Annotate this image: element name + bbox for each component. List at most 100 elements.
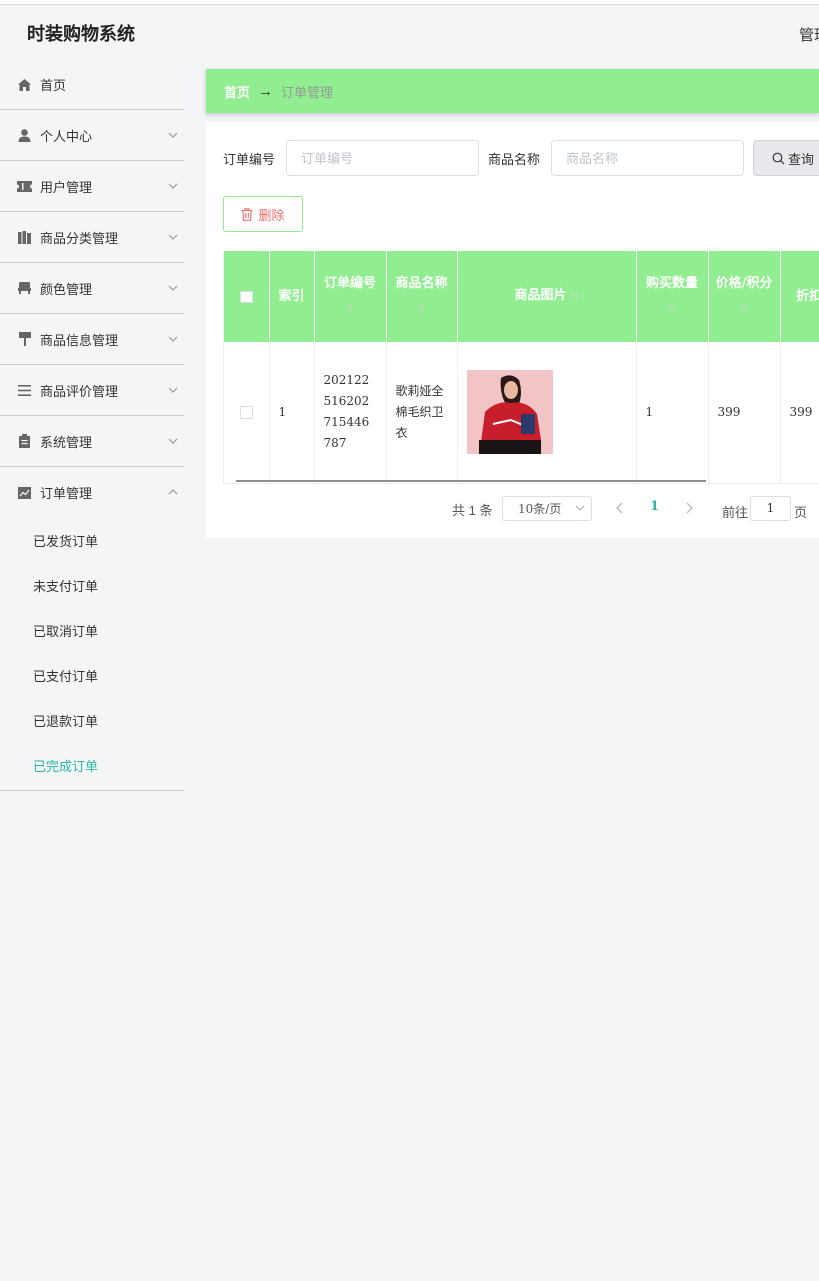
- sofa-icon: [17, 281, 32, 296]
- paint-roller-icon: [17, 332, 32, 347]
- sidebar-subitem-unpaid-orders[interactable]: 未支付订单: [0, 563, 184, 608]
- page-size-value: 10条/页: [518, 502, 562, 516]
- breadcrumb: 首页 → 订单管理: [206, 69, 819, 113]
- delete-button[interactable]: 删除: [223, 196, 303, 232]
- home-icon: [17, 77, 32, 92]
- sidebar-item-system-management[interactable]: 系统管理: [0, 416, 184, 467]
- sidebar-item-label: 颜色管理: [40, 281, 93, 297]
- delete-button-label: 删除: [258, 207, 285, 223]
- column-header-discount-price[interactable]: 折扣价格: [780, 251, 819, 342]
- query-button[interactable]: 查询: [753, 140, 819, 176]
- column-header-product-image[interactable]: 商品图片 ⇅: [457, 251, 637, 342]
- ticket-icon: [17, 179, 32, 194]
- header-user-menu[interactable]: 管理: [799, 24, 819, 45]
- sidebar-item-label: 个人中心: [40, 128, 93, 144]
- breadcrumb-home[interactable]: 首页: [224, 82, 250, 101]
- app-title: 时装购物系统: [27, 24, 135, 45]
- sidebar-item-label: 商品分类管理: [40, 230, 119, 246]
- chevron-down-icon: [168, 132, 178, 138]
- sort-icon[interactable]: ⇅: [668, 304, 676, 314]
- content-panel: 订单编号 商品名称 查询 删除 索引 订单编号 ⇅ 商品名称 ⇅ 商品图片 ⇅ …: [206, 122, 819, 538]
- table-row[interactable]: 1 202122516202715446787 歌莉娅全棉毛织卫衣 1 399 …: [224, 342, 819, 484]
- column-header-price[interactable]: 价格/积分 ⇅: [708, 251, 781, 342]
- order-submenu: 已发货订单 未支付订单 已取消订单 已支付订单 已退款订单 已完成订单: [0, 518, 184, 791]
- pagination-total: 共 1 条: [452, 503, 493, 518]
- cell-discount-price: 399: [780, 342, 819, 484]
- sidebar-item-order-management[interactable]: 订单管理: [0, 467, 184, 518]
- select-all-header[interactable]: [224, 251, 270, 342]
- cell-quantity: 1: [636, 342, 709, 484]
- sidebar-subitem-cancelled-orders[interactable]: 已取消订单: [0, 608, 184, 653]
- table-header-row: 索引 订单编号 ⇅ 商品名称 ⇅ 商品图片 ⇅ 购买数量 ⇅ 价格/积分 ⇅ 折…: [224, 251, 819, 342]
- breadcrumb-separator: →: [258, 82, 274, 100]
- sidebar-item-color-management[interactable]: 颜色管理: [0, 263, 184, 314]
- sort-icon[interactable]: ⇅: [571, 292, 579, 302]
- sidebar-subitem-shipped-orders[interactable]: 已发货订单: [0, 518, 184, 563]
- user-icon: [17, 128, 32, 143]
- sort-icon[interactable]: ⇅: [418, 304, 426, 314]
- chevron-down-icon: [575, 505, 585, 511]
- goto-page-suffix: 页: [794, 505, 808, 520]
- sort-icon[interactable]: ⇅: [740, 304, 748, 314]
- cell-order-no: 202122516202715446787: [314, 342, 387, 484]
- sidebar-item-label: 首页: [40, 78, 67, 93]
- cell-price: 399: [708, 342, 781, 484]
- prev-page-icon[interactable]: [614, 502, 626, 514]
- cell-product-name: 歌莉娅全棉毛织卫衣: [386, 342, 458, 484]
- next-page-icon[interactable]: [683, 502, 695, 514]
- sidebar-subitem-paid-orders[interactable]: 已支付订单: [0, 653, 184, 698]
- column-header-index: 索引: [269, 251, 315, 342]
- sidebar-subitem-completed-orders[interactable]: 已完成订单: [0, 743, 184, 788]
- trash-icon: [241, 207, 253, 221]
- product-name-label: 商品名称: [488, 152, 541, 167]
- search-icon: [772, 152, 785, 164]
- row-select-cell[interactable]: [224, 342, 270, 484]
- order-no-label: 订单编号: [223, 152, 276, 167]
- product-thumbnail[interactable]: [466, 370, 553, 455]
- books-icon: [17, 230, 32, 245]
- horizontal-scrollbar[interactable]: [236, 480, 706, 482]
- column-header-quantity[interactable]: 购买数量 ⇅: [636, 251, 709, 342]
- sidebar-item-label: 用户管理: [40, 179, 93, 195]
- sidebar-item-label: 商品评价管理: [40, 383, 119, 399]
- chevron-down-icon: [168, 336, 178, 342]
- product-name-input[interactable]: [551, 140, 744, 176]
- page-size-select[interactable]: 10条/页: [502, 496, 592, 521]
- chevron-down-icon: [168, 387, 178, 393]
- sort-icon[interactable]: ⇅: [346, 304, 354, 314]
- chevron-down-icon: [168, 183, 178, 189]
- sidebar-item-label: 系统管理: [40, 434, 93, 450]
- chevron-up-icon: [168, 489, 178, 495]
- select-all-checkbox[interactable]: [239, 290, 253, 303]
- sidebar-subitem-refunded-orders[interactable]: 已退款订单: [0, 698, 184, 743]
- column-header-product-name[interactable]: 商品名称 ⇅: [386, 251, 458, 342]
- sidebar-item-label: 订单管理: [40, 486, 93, 501]
- column-header-order-no[interactable]: 订单编号 ⇅: [314, 251, 387, 342]
- cell-index: 1: [269, 342, 315, 484]
- app-header: 时装购物系统 管理: [0, 6, 819, 60]
- list-icon: [17, 383, 32, 398]
- page-number-current[interactable]: 1: [650, 499, 659, 514]
- sidebar-item-personal-center[interactable]: 个人中心: [0, 110, 184, 161]
- sidebar-item-category-management[interactable]: 商品分类管理: [0, 212, 184, 263]
- sidebar-item-user-management[interactable]: 用户管理: [0, 161, 184, 212]
- chevron-down-icon: [168, 234, 178, 240]
- chevron-down-icon: [168, 438, 178, 444]
- sidebar-item-product-info-management[interactable]: 商品信息管理: [0, 314, 184, 365]
- row-checkbox[interactable]: [239, 405, 253, 419]
- chevron-down-icon: [168, 285, 178, 291]
- order-no-input[interactable]: [286, 140, 479, 176]
- clipboard-icon: [17, 434, 32, 449]
- cell-product-image: [457, 342, 637, 484]
- sidebar: 首页 个人中心 用户管理 商品分类管理 颜色管理 商品信息管理 商品评价管理 系…: [0, 60, 184, 1281]
- top-border: [0, 0, 819, 5]
- sidebar-item-label: 商品信息管理: [40, 332, 119, 348]
- goto-label: 前往: [722, 505, 749, 520]
- orders-table: 索引 订单编号 ⇅ 商品名称 ⇅ 商品图片 ⇅ 购买数量 ⇅ 价格/积分 ⇅ 折…: [223, 251, 819, 485]
- sidebar-item-review-management[interactable]: 商品评价管理: [0, 365, 184, 416]
- breadcrumb-current: 订单管理: [281, 84, 334, 100]
- chart-icon: [17, 485, 32, 500]
- query-button-label: 查询: [788, 151, 815, 167]
- goto-page-input[interactable]: 1: [750, 496, 791, 521]
- sidebar-item-home[interactable]: 首页: [0, 60, 184, 110]
